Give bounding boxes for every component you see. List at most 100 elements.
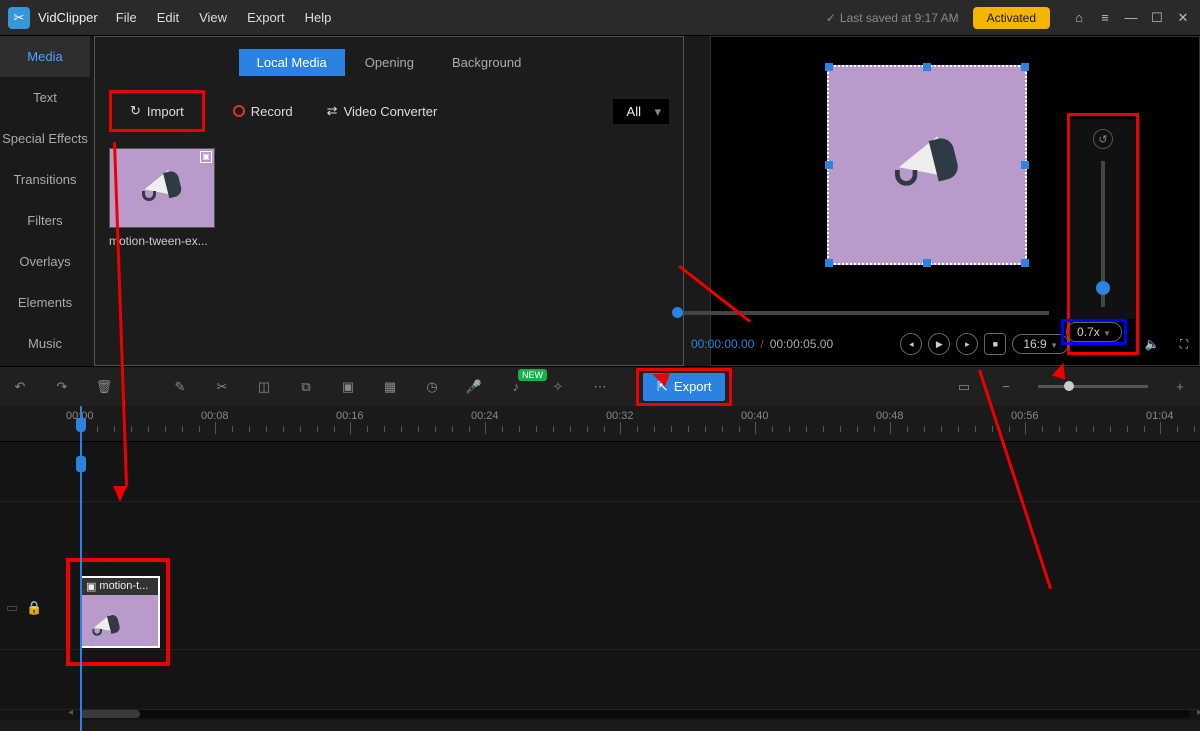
resize-handle[interactable] [1021,63,1029,71]
ruler-label: 00:48 [876,410,904,422]
minimize-icon[interactable]: — [1122,9,1140,27]
close-icon[interactable]: ✕ [1174,9,1192,27]
play-button[interactable]: ▶ [928,333,950,355]
new-badge: NEW [518,369,547,381]
timeline-toolbar: ↶ ↷ 🗑 ✎ ✂ ◫ ⧉ ▣ ▦ ◷ 🎤 ♪ ✧ ⋯ NEW ⇱ Export… [0,366,1200,406]
playhead-marker[interactable] [76,456,86,472]
maximize-icon[interactable]: ☐ [1148,9,1166,27]
menu-export[interactable]: Export [247,10,285,25]
resize-handle[interactable] [923,259,931,267]
time-total: 00:00:05.00 [770,337,833,351]
highlight-zoom-value: 0.7x ▼ [1061,319,1127,345]
effects-tool-icon[interactable]: ✧ [548,377,568,397]
preview-controls: 00:00:00.00 / 00:00:05.00 ◂ ▶ ▸ ■ 16:9 ▼… [691,333,1193,355]
zoom-reset-button[interactable]: ↺ [1093,129,1113,149]
timeline-zoom-slider[interactable] [1038,385,1148,388]
volume-icon[interactable]: 🔈 [1143,335,1161,353]
next-frame-button[interactable]: ▸ [956,333,978,355]
sidebar-item-media[interactable]: Media [0,36,90,77]
resize-handle[interactable] [1021,259,1029,267]
tab-local-media[interactable]: Local Media [239,49,345,76]
voice-tool-icon[interactable]: 🎤 [464,377,484,397]
video-converter-button[interactable]: ⇄ Video Converter [321,99,444,123]
resize-handle[interactable] [825,63,833,71]
zoom-slider-track[interactable] [1101,161,1105,307]
stop-button[interactable]: ■ [984,333,1006,355]
speed-tool-icon[interactable]: ◷ [422,377,442,397]
copy-tool-icon[interactable]: ⧉ [296,377,316,397]
crop-tool-icon[interactable]: ◫ [254,377,274,397]
sidebar-item-filters[interactable]: Filters [0,200,90,241]
filter-dropdown[interactable]: All [613,99,669,124]
preview-canvas[interactable] [827,65,1027,265]
ruler-label: 00:16 [336,410,364,422]
zoom-in-button[interactable]: + [1170,377,1190,397]
pip-tool-icon[interactable]: ▣ [338,377,358,397]
clip-type-icon: ▣ [86,580,96,593]
split-tool-icon[interactable]: ✂ [212,377,232,397]
video-track-icon[interactable]: ▭ [6,600,18,616]
activated-badge[interactable]: Activated [973,7,1050,29]
resize-handle[interactable] [1021,161,1029,169]
menu-help[interactable]: Help [305,10,332,25]
app-name: VidClipper [38,10,98,25]
ruler-label: 00:40 [741,410,769,422]
timeline-zoom-knob[interactable] [1064,381,1074,391]
prev-frame-button[interactable]: ◂ [900,333,922,355]
more-tool-icon[interactable]: ⋯ [590,377,610,397]
record-button[interactable]: Record [227,100,299,123]
timeline-clip[interactable]: ▣motion-t... [80,576,160,648]
menu-file[interactable]: File [116,10,137,25]
preview-scrubber[interactable] [677,311,1049,315]
playhead-line[interactable] [80,406,82,731]
ruler-label: 00:08 [201,410,229,422]
converter-label: Video Converter [344,104,438,119]
sidebar-item-elements[interactable]: Elements [0,282,90,323]
resize-handle[interactable] [825,259,833,267]
import-button[interactable]: ↻ Import [124,99,190,123]
timeline-ruler[interactable]: 00:0000:0800:1600:2400:3200:4000:4800:56… [0,406,1200,442]
home-icon[interactable]: ⌂ [1070,9,1088,27]
track-row[interactable]: ▭ 🔒 [0,570,1200,650]
sidebar-item-text[interactable]: Text [0,77,90,118]
mosaic-tool-icon[interactable]: ▦ [380,377,400,397]
scrollbar-thumb[interactable] [80,710,140,718]
track-row[interactable] [0,650,1200,710]
chevron-down-icon: ▼ [1050,341,1058,350]
ruler-label: 01:04 [1146,410,1174,422]
lock-icon[interactable]: 🔒 [26,600,42,616]
hamburger-icon[interactable]: ≡ [1096,9,1114,27]
media-panel: Local Media Opening Background ↻ Import … [94,36,684,366]
fullscreen-icon[interactable]: ⛶ [1175,335,1193,353]
zoom-slider-knob[interactable] [1096,281,1110,295]
menu-view[interactable]: View [199,10,227,25]
resize-handle[interactable] [923,63,931,71]
delete-button[interactable]: 🗑 [94,377,114,397]
fit-timeline-icon[interactable]: ▭ [954,377,974,397]
redo-button[interactable]: ↷ [52,377,72,397]
sidebar-item-music[interactable]: Music [0,323,90,364]
menu-edit[interactable]: Edit [157,10,179,25]
thumbnail-caption: motion-tween-ex... [109,234,215,248]
ruler-label: 00:24 [471,410,499,422]
media-tabs: Local Media Opening Background [109,49,669,76]
media-thumbnail[interactable]: ▣ motion-tween-ex... [109,148,215,248]
zoom-value-dropdown[interactable]: 0.7x ▼ [1066,322,1122,342]
autosave-status: ✓Last saved at 9:17 AM [826,11,959,25]
resize-handle[interactable] [825,161,833,169]
sidebar-item-transitions[interactable]: Transitions [0,159,90,200]
scroll-left-icon[interactable]: ◂ [68,707,73,718]
sidebar-item-overlays[interactable]: Overlays [0,241,90,282]
image-badge-icon: ▣ [200,151,212,163]
media-actions: ↻ Import Record ⇄ Video Converter All [109,90,669,132]
playhead-handle[interactable] [76,418,86,432]
sidebar-item-special-effects[interactable]: Special Effects [0,118,90,159]
timeline-horizontal-scrollbar[interactable]: ◂ ▸ [80,710,1190,718]
tab-background[interactable]: Background [434,49,539,76]
edit-tool-icon[interactable]: ✎ [170,377,190,397]
scrubber-knob[interactable] [672,307,683,318]
tab-opening[interactable]: Opening [347,49,432,76]
time-current: 00:00:00.00 [691,337,754,351]
zoom-out-button[interactable]: − [996,377,1016,397]
undo-button[interactable]: ↶ [10,377,30,397]
